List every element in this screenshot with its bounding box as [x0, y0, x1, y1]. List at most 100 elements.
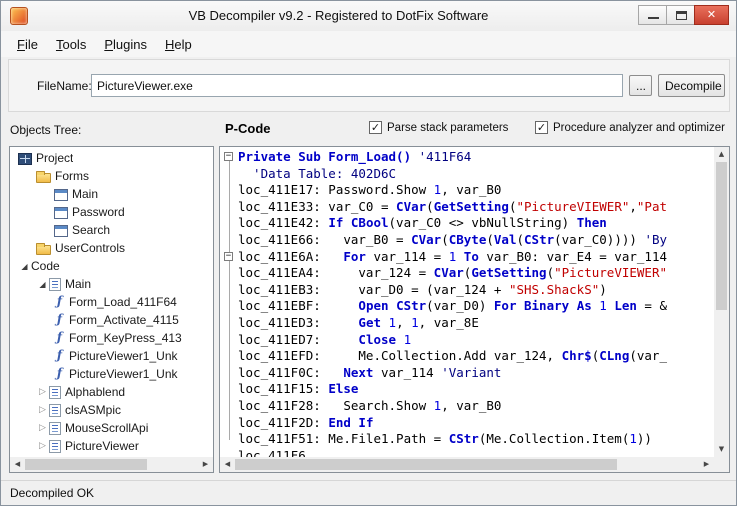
code-segment: var_114 — [381, 365, 441, 380]
tree-item-pictureviewer1_unk[interactable]: ƒPictureViewer1_Unk — [10, 347, 213, 365]
menu-item-file[interactable]: File — [8, 33, 47, 56]
expanded-arrow-icon[interactable]: ◢ — [18, 262, 31, 271]
code-text: loc_411F6 — [238, 448, 306, 457]
procedure-analyzer-checkbox[interactable]: ✓ Procedure analyzer and optimizer — [535, 121, 725, 134]
tree-item-pictureviewer[interactable]: ▷PictureViewer — [10, 437, 213, 455]
app-window: VB Decompiler v9.2 - Registered to DotFi… — [0, 0, 737, 506]
scroll-up-icon[interactable]: ▲ — [714, 147, 729, 162]
code-text: loc_411F0C: Next var_114 'Variant — [238, 365, 501, 382]
form-icon — [54, 225, 68, 237]
code-segment: CBool — [351, 215, 389, 230]
code-hscrollbar-thumb[interactable] — [235, 459, 617, 470]
code-line: loc_411F2D: End If — [220, 415, 714, 432]
tree-item-main[interactable]: ◢Main — [10, 275, 213, 293]
tree-item-label: Alphablend — [65, 385, 125, 399]
code-line: loc_411ED3: Get 1, 1, var_8E — [220, 315, 714, 332]
code-text: loc_411EB3: var_D0 = (var_124 + "SHS.Sha… — [238, 282, 607, 299]
close-button[interactable]: ✕ — [694, 5, 729, 25]
scroll-left-icon[interactable]: ◀ — [10, 457, 25, 472]
menu-item-tools[interactable]: Tools — [47, 33, 95, 56]
fold-collapse-icon[interactable]: − — [224, 252, 233, 261]
tree-item-code[interactable]: ◢Code — [10, 257, 213, 275]
parse-stack-parameters-checkbox[interactable]: ✓ Parse stack parameters — [369, 121, 508, 134]
tree-item-mousescrollapi[interactable]: ▷MouseScrollApi — [10, 419, 213, 437]
code-segment: Else — [328, 381, 358, 396]
code-text: Private Sub Form_Load() '411F64 — [238, 149, 471, 166]
title-bar[interactable]: VB Decompiler v9.2 - Registered to DotFi… — [1, 1, 736, 31]
tree-item-label: Password — [72, 205, 125, 219]
code-gutter — [220, 448, 238, 457]
code-segment: Get — [358, 315, 388, 330]
code-segment: loc_411ED3: — [238, 315, 358, 330]
code-segment: loc_411EFD: Me.Collection.Add var_124, — [238, 348, 562, 363]
code-line: loc_411EB3: var_D0 = (var_124 + "SHS.Sha… — [220, 282, 714, 299]
collapsed-arrow-icon[interactable]: ▷ — [36, 405, 49, 415]
code-gutter — [220, 332, 238, 349]
checkbox-icon[interactable]: ✓ — [369, 121, 382, 134]
menu-item-help[interactable]: Help — [156, 33, 201, 56]
tree-item-forms[interactable]: Forms — [10, 167, 213, 185]
code-segment: = & — [637, 298, 667, 313]
scroll-right-icon[interactable]: ▶ — [198, 457, 213, 472]
code-gutter — [220, 315, 238, 332]
tree-item-form_load_411f64[interactable]: ƒForm_Load_411F64 — [10, 293, 213, 311]
collapsed-arrow-icon[interactable]: ▷ — [36, 423, 49, 433]
maximize-button[interactable] — [666, 5, 695, 25]
code-segment: )) — [637, 431, 652, 446]
filename-input[interactable] — [91, 74, 623, 97]
decompile-button[interactable]: Decompile — [658, 74, 725, 97]
code-vertical-scrollbar[interactable]: ▲ ▼ — [714, 147, 729, 457]
code-segment: ) — [599, 282, 607, 297]
minimize-icon — [648, 17, 659, 19]
window-title: VB Decompiler v9.2 - Registered to DotFi… — [61, 8, 616, 23]
scroll-down-icon[interactable]: ▼ — [714, 442, 729, 457]
tree-item-form_keypress_413[interactable]: ƒForm_KeyPress_413 — [10, 329, 213, 347]
expanded-arrow-icon[interactable]: ◢ — [36, 280, 49, 289]
browse-button[interactable]: ... — [629, 75, 652, 96]
checkbox-icon[interactable]: ✓ — [535, 121, 548, 134]
tree-item-search[interactable]: Search — [10, 221, 213, 239]
scroll-right-icon[interactable]: ▶ — [699, 457, 714, 472]
code-text: loc_411E17: Password.Show 1, var_B0 — [238, 182, 501, 199]
code-segment: loc_411E42: — [238, 215, 328, 230]
tree-item-alphablend[interactable]: ▷ Alphablend — [10, 383, 213, 401]
code-segment: loc_411E66: var_B0 = — [238, 232, 411, 247]
status-text: Decompiled OK — [10, 486, 94, 500]
tree-item-clsasmpic[interactable]: ▷clsASMpic — [10, 401, 213, 419]
minimize-button[interactable] — [638, 5, 667, 25]
code-gutter — [220, 398, 238, 415]
tree-item-form_activate_4115[interactable]: ƒForm_Activate_4115 — [10, 311, 213, 329]
code-segment: For Binary As — [494, 298, 599, 313]
code-gutter: − — [220, 149, 238, 166]
code-segment: var_B0: var_E4 = var_114 — [486, 249, 667, 264]
code-segment: loc_411EA4: var_124 = — [238, 265, 434, 280]
code-segment: "PictureVIEWER" — [554, 265, 667, 280]
collapsed-arrow-icon[interactable]: ▷ — [36, 387, 49, 397]
code-segment: To — [456, 249, 486, 264]
tree-item-password[interactable]: Password — [10, 203, 213, 221]
code-segment: "SHS.ShackS" — [509, 282, 599, 297]
tree-horizontal-scrollbar[interactable]: ◀ ▶ — [10, 457, 213, 472]
collapsed-arrow-icon[interactable]: ▷ — [36, 441, 49, 451]
code-gutter — [220, 232, 238, 249]
tree-item-label: Main — [72, 187, 98, 201]
tree-item-label: PictureViewer1_Unk — [69, 349, 178, 363]
tree-item-pictureviewer1_unk[interactable]: ƒPictureViewer1_Unk — [10, 365, 213, 383]
code-vscrollbar-thumb[interactable] — [716, 162, 727, 310]
scroll-left-icon[interactable]: ◀ — [220, 457, 235, 472]
code-text: loc_411EBF: Open CStr(var_D0) For Binary… — [238, 298, 667, 315]
fold-collapse-icon[interactable]: − — [224, 152, 233, 161]
tree-item-usercontrols[interactable]: UserControls — [10, 239, 213, 257]
code-segment: Chr$ — [562, 348, 592, 363]
tree-item-project[interactable]: Project — [10, 149, 213, 167]
code-segment: CLng — [599, 348, 629, 363]
code-text: loc_411F51: Me.File1.Path = CStr(Me.Coll… — [238, 431, 652, 448]
menu-item-plugins[interactable]: Plugins — [95, 33, 156, 56]
code-line: −loc_411E6A: For var_114 = 1 To var_B0: … — [220, 249, 714, 266]
code-segment: CStr — [396, 298, 426, 313]
tree-scrollbar-thumb[interactable] — [25, 459, 147, 470]
code-segment: loc_411EB3: var_D0 = (var_124 + — [238, 282, 509, 297]
tree-item-main[interactable]: Main — [10, 185, 213, 203]
code-horizontal-scrollbar[interactable]: ◀ ▶ — [220, 457, 714, 472]
fn-icon: ƒ — [54, 313, 65, 327]
